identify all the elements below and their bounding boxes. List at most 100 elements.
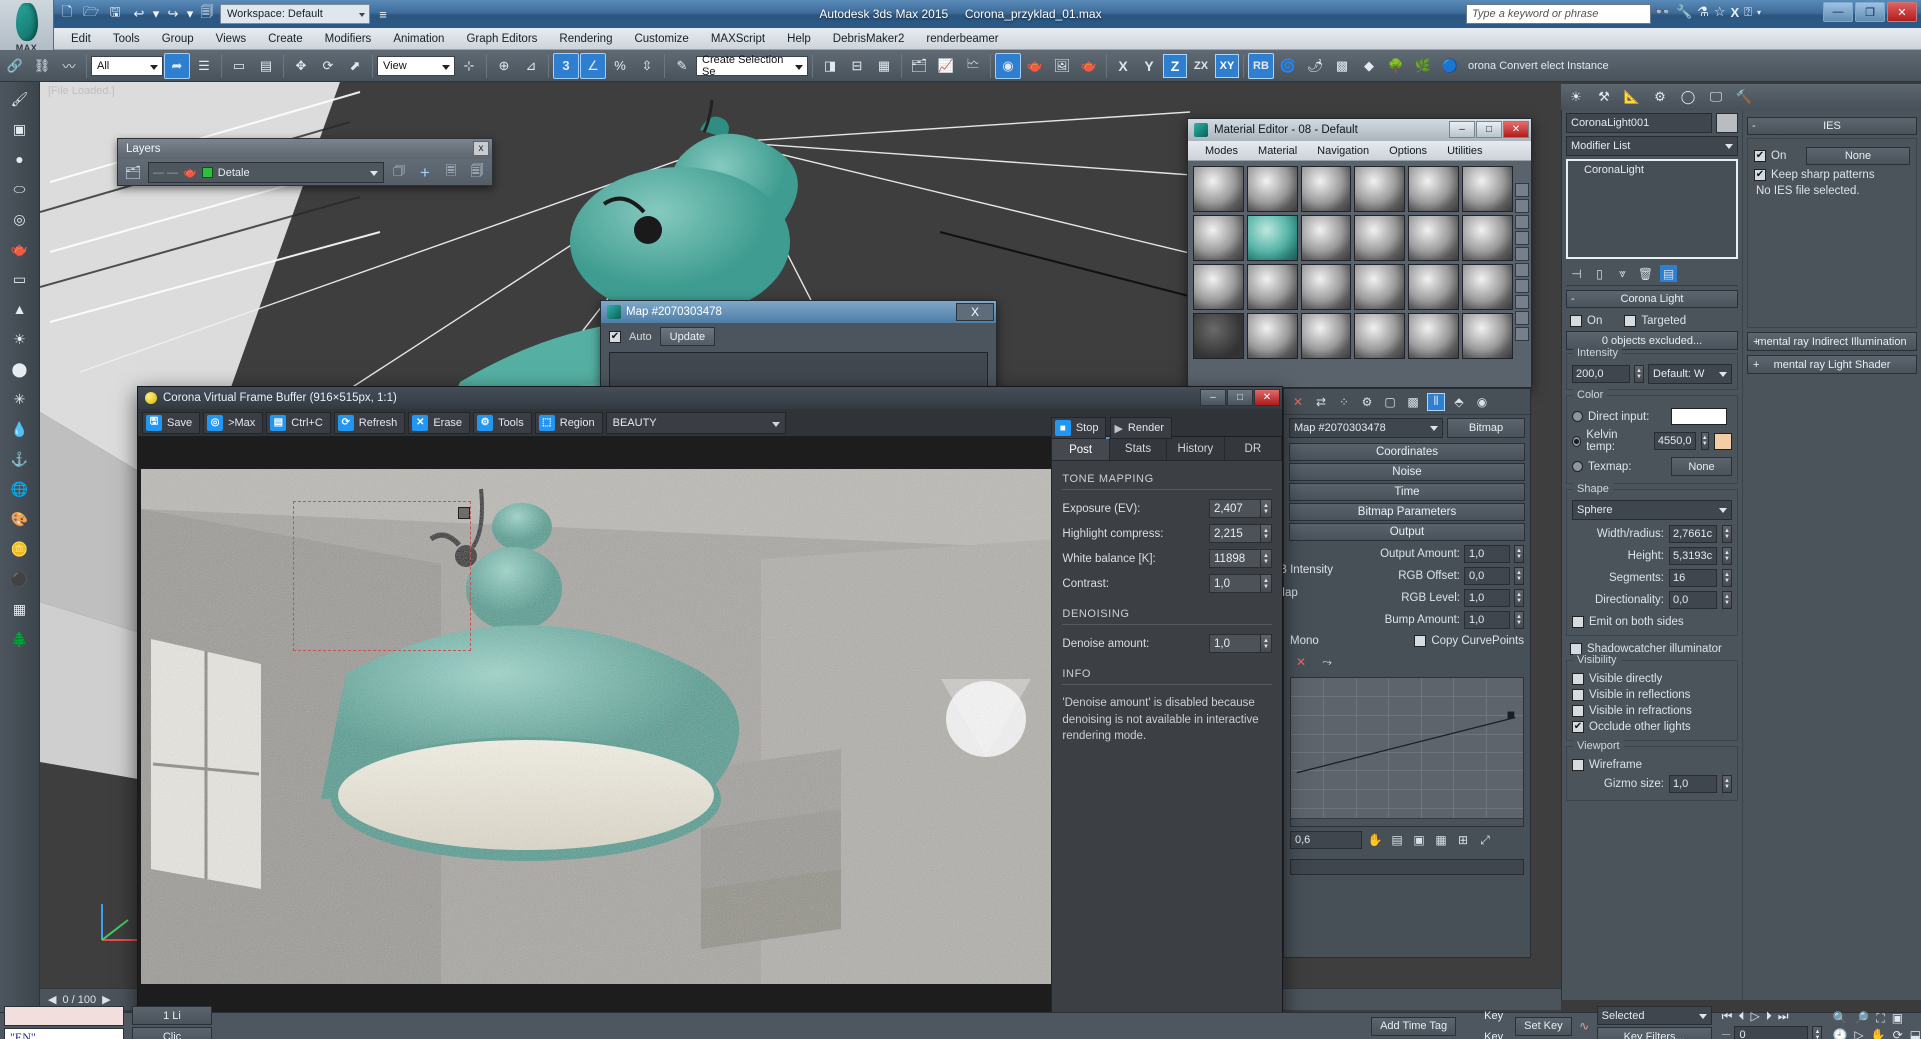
command-panel[interactable]: CoronaLight001 Modifier List CoronaLight… [1561, 110, 1921, 1000]
map-rollup-coordinates[interactable]: Coordinates [1289, 443, 1525, 461]
shape-row-spinner[interactable]: ▲ ▼ [1722, 569, 1732, 587]
redo-dropdown-icon[interactable]: ▾ [186, 3, 194, 25]
set-key-button[interactable]: Set Key [1515, 1016, 1572, 1036]
object-color-swatch[interactable] [1716, 113, 1738, 133]
previous-frame-icon[interactable]: ⏴ [1738, 1009, 1744, 1024]
layer-manager-icon[interactable]: ▦ [871, 53, 897, 79]
ies-rollup-header[interactable]: - IES [1747, 117, 1917, 135]
material-slot[interactable] [1354, 166, 1406, 212]
material-editor-window[interactable]: Material Editor - 08 - Default – □ ✕ Mod… [1187, 118, 1532, 388]
put-to-library-icon[interactable]: ⇄ [1312, 393, 1330, 411]
vfb-ctrlc-button[interactable]: ▤ Ctrl+C [266, 411, 331, 434]
kelvin-spinner[interactable]: ▲ ▼ [1700, 432, 1709, 450]
auto-key-label[interactable]: Key [1476, 1006, 1511, 1025]
paint-selection-icon[interactable]: 🖌 [6, 86, 34, 112]
align-icon[interactable]: ⊟ [844, 53, 870, 79]
forest-pack-icon[interactable]: 🌳 [1383, 53, 1409, 79]
map-output-value[interactable]: 1,0 [1464, 611, 1510, 629]
rectangular-selection-icon[interactable]: ▭ [226, 53, 252, 79]
zoom-tool-icon[interactable]: 🔍 [1832, 1011, 1847, 1026]
gizmo-size-field[interactable]: 1,0 [1669, 775, 1717, 793]
create-panel-icon[interactable]: ⚒ [1591, 84, 1617, 110]
menu-item-maxscript[interactable]: MAXScript [700, 30, 776, 48]
object-name-field[interactable]: CoronaLight001 [1566, 113, 1712, 133]
named-selection-combo[interactable]: Create Selection Se [696, 54, 808, 78]
shape-row-value[interactable]: 0,0 [1669, 591, 1717, 609]
vfb-render-canvas[interactable] [138, 437, 1052, 1039]
edit-named-selection-icon[interactable]: ✎ [669, 53, 695, 79]
map-update-button[interactable]: Update [659, 327, 716, 346]
get-material-icon[interactable] [1515, 183, 1529, 197]
move-curve-icon[interactable]: ⤢ [1476, 831, 1494, 849]
corona-vfb-window[interactable]: Corona Virtual Frame Buffer (916×515px, … [137, 386, 1283, 1039]
bind-space-warp-icon[interactable]: 〰 [56, 53, 82, 79]
red-swirl-icon[interactable]: 🌶 [1302, 53, 1328, 79]
workspace-selector[interactable]: Workspace: Default [220, 4, 370, 24]
spinner-arrows[interactable]: ▲ ▼ [1261, 549, 1272, 568]
menu-item-rendering[interactable]: Rendering [548, 30, 623, 48]
new-layer-icon[interactable]: 🗇 [388, 162, 410, 184]
curve-move-icon[interactable]: ⤳ [1318, 653, 1336, 671]
percent-snap-icon[interactable]: % [607, 53, 633, 79]
corona-convert-label[interactable]: orona Convert elect Instance [1468, 60, 1609, 72]
menu-item-graph-editors[interactable]: Graph Editors [455, 30, 548, 48]
key-step-icon[interactable]: ⏤ [1722, 1028, 1731, 1039]
select-object-icon[interactable]: ➦ [164, 52, 190, 79]
map-output-spinner[interactable]: ▲ ▼ [1514, 545, 1524, 563]
helper-tool-icon[interactable]: ✳ [6, 386, 34, 412]
reset-map-icon[interactable]: ⚙ [1358, 393, 1376, 411]
close-button[interactable]: ✕ [1887, 2, 1917, 22]
zoom-curve-icon[interactable]: ⊞ [1454, 831, 1472, 849]
sample-type-icon[interactable] [1515, 199, 1529, 213]
palette-icon[interactable]: 🎨 [6, 506, 34, 532]
camera-tool-icon[interactable]: ⬤ [6, 356, 34, 382]
material-slot[interactable] [1354, 215, 1406, 261]
vfb-save-button[interactable]: 🖫 Save [142, 411, 201, 434]
material-slot[interactable] [1193, 215, 1244, 261]
ies-collapse-icon[interactable]: - [1752, 120, 1756, 132]
mr-ls-expand-icon[interactable]: + [1753, 359, 1759, 371]
map-name-field[interactable]: Map #2070303478 [1289, 418, 1443, 438]
display-panel-icon[interactable]: 🖵 [1703, 84, 1729, 110]
material-slot[interactable] [1246, 264, 1298, 310]
reference-coordinate-combo[interactable]: View [377, 55, 455, 76]
material-slot[interactable] [1462, 215, 1513, 261]
favorites-star-icon[interactable]: ☆ [1714, 4, 1726, 20]
schematic-view-icon[interactable]: 🗠 [960, 53, 986, 79]
intensity-value-field[interactable]: 200,0 [1572, 365, 1630, 383]
cone-tool-icon[interactable]: ▲ [6, 296, 34, 322]
add-time-tag-button[interactable]: Add Time Tag [1371, 1016, 1457, 1036]
make-preview-icon[interactable] [1515, 279, 1529, 293]
material-slot[interactable] [1462, 313, 1513, 359]
video-color-check-icon[interactable] [1515, 263, 1529, 277]
workspace-menu-icon[interactable]: ≡ [372, 3, 394, 25]
me-menu-options[interactable]: Options [1380, 143, 1436, 159]
map-rollup-time[interactable]: Time [1289, 483, 1525, 501]
restore-button[interactable]: ❐ [1855, 2, 1885, 22]
key-mode-combo[interactable]: Selected [1596, 1006, 1712, 1025]
field-of-view-icon[interactable]: ▷ [1854, 1028, 1863, 1039]
material-editor-close[interactable]: ✕ [1503, 121, 1529, 138]
zoom-all-icon[interactable]: 🔎 [1854, 1011, 1869, 1026]
material-slot[interactable] [1300, 264, 1352, 310]
material-slot[interactable] [1300, 215, 1352, 261]
window-crossing-icon[interactable]: ▤ [253, 53, 279, 79]
modifier-stack-item[interactable]: CoronaLight [1570, 163, 1734, 177]
material-slot[interactable] [1300, 166, 1352, 212]
angle-snap-icon[interactable]: ⊿ [518, 53, 544, 79]
material-slot[interactable] [1354, 313, 1406, 359]
shape-row-value[interactable]: 5,3193c [1669, 547, 1717, 565]
rendered-frame-window-icon[interactable]: 🖼 [1049, 53, 1075, 79]
box-tool-icon[interactable]: ▣ [6, 116, 34, 142]
direct-input-radio[interactable] [1572, 411, 1583, 422]
material-editor-icon[interactable]: ◉ [995, 52, 1021, 79]
frame-spinner[interactable]: ▲ ▼ [1812, 1025, 1823, 1039]
vfb-max-button[interactable]: ◎ >Max [203, 411, 264, 434]
spinner-arrows[interactable]: ▲ ▼ [1261, 499, 1272, 518]
material-slot[interactable] [1193, 264, 1244, 310]
me-menu-modes[interactable]: Modes [1196, 143, 1247, 159]
select-link-icon[interactable]: 🔗 [2, 53, 28, 79]
axis-z-button[interactable]: Z [1163, 53, 1187, 78]
spinner-snap-icon[interactable]: ⇳ [634, 53, 660, 79]
vfb-tab-history[interactable]: History [1167, 437, 1225, 460]
